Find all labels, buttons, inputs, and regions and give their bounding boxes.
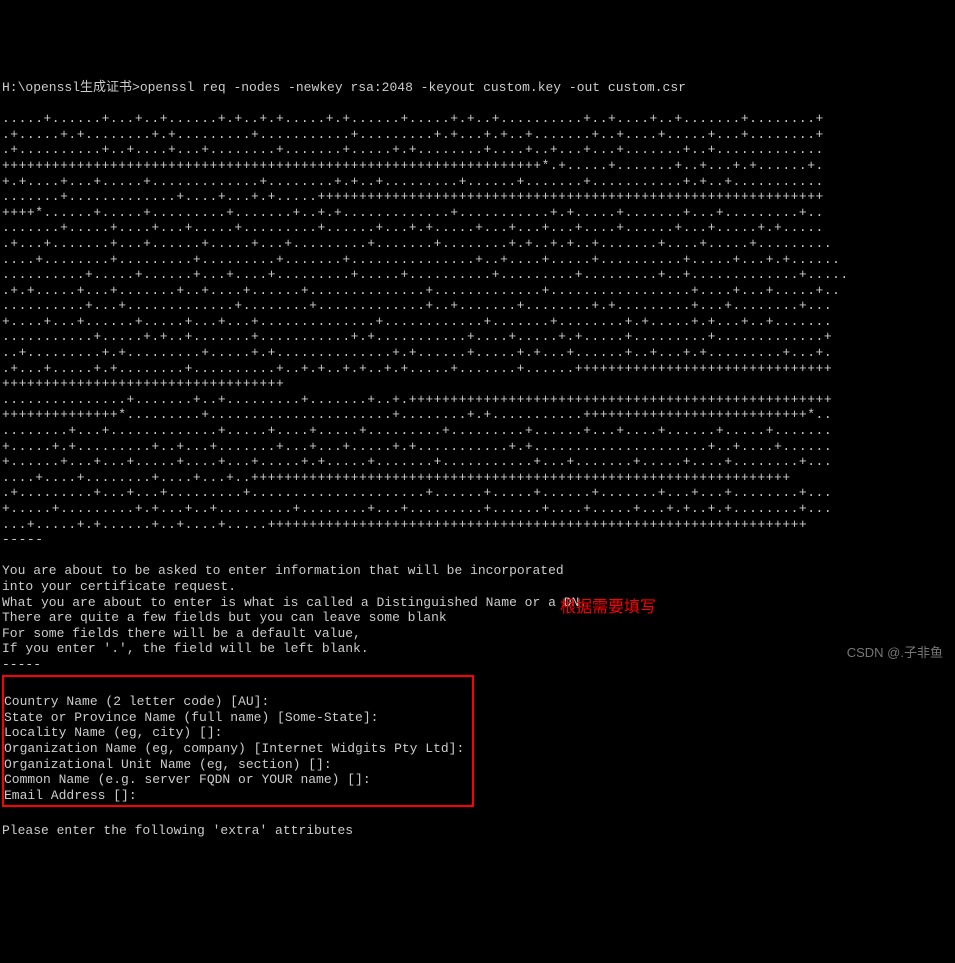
prompt-path: H:\openssl生成证书> [2, 80, 140, 95]
command-prompt: H:\openssl生成证书>openssl req -nodes -newke… [2, 80, 686, 95]
annotation-label: 根据需要填写 [560, 598, 656, 617]
dn-field-state: State or Province Name (full name) [Some… [4, 710, 378, 725]
watermark-text: CSDN @.子非鱼 [847, 645, 943, 661]
terminal-output[interactable]: H:\openssl生成证书>openssl req -nodes -newke… [0, 62, 955, 838]
command-text: openssl req -nodes -newkey rsa:2048 -key… [140, 80, 686, 95]
dn-field-country: Country Name (2 letter code) [AU]: [4, 694, 269, 709]
dn-field-org-unit: Organizational Unit Name (eg, section) [… [4, 757, 332, 772]
dn-fields-highlight-box: Country Name (2 letter code) [AU]: State… [2, 675, 474, 808]
dn-field-email: Email Address []: [4, 788, 137, 803]
dn-field-organization: Organization Name (eg, company) [Interne… [4, 741, 464, 756]
certificate-info: You are about to be asked to enter infor… [2, 548, 955, 673]
dn-field-common-name: Common Name (e.g. server FQDN or YOUR na… [4, 772, 371, 787]
dn-field-locality: Locality Name (eg, city) []: [4, 725, 222, 740]
extra-attributes-prompt: Please enter the following 'extra' attri… [2, 823, 353, 838]
keygen-progress: .....+......+...+..+......+.+..+.+.....+… [2, 96, 955, 548]
